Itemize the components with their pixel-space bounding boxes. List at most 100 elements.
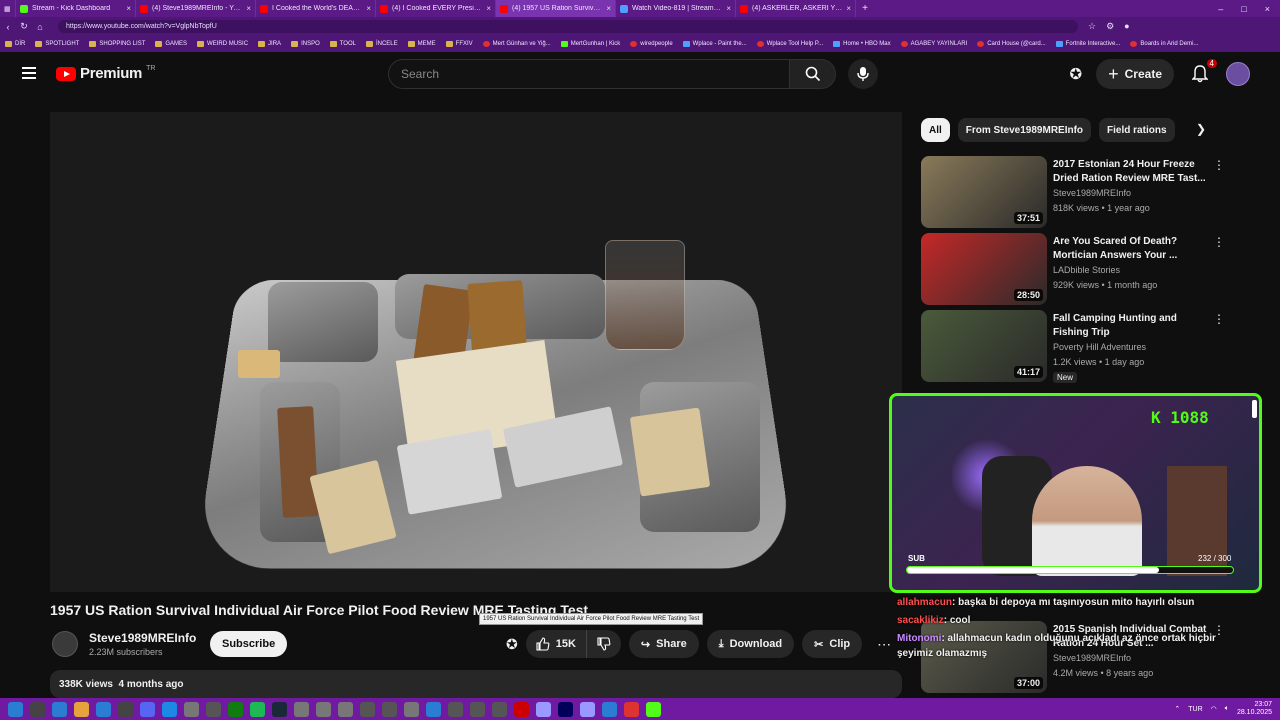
browser-tab[interactable]: Watch Video-819 | Streamable × [616,0,736,17]
kebab-menu-icon[interactable]: ⋮ [1213,312,1225,326]
taskbar-app-icon[interactable] [338,701,353,717]
recommended-channel[interactable]: Steve1989MREInfo [1053,653,1131,663]
taskbar-app-icon[interactable] [228,701,243,717]
close-icon[interactable]: × [366,4,371,13]
taskbar-app-icon[interactable] [118,701,133,717]
description-box[interactable]: 338K views 4 months ago [50,670,902,698]
video-thumbnail[interactable]: 28:50 [921,233,1047,305]
recommended-channel[interactable]: Steve1989MREInfo [1053,188,1131,198]
reload-icon[interactable]: ↻ [16,21,32,32]
bookmark-star-icon[interactable]: ☆ [1088,21,1096,32]
bookmark-item[interactable]: Home • HBO Max [828,41,895,47]
recommended-title[interactable]: Are You Scared Of Death? Mortician Answe… [1053,235,1208,263]
close-icon[interactable]: × [486,4,491,13]
bookmark-item[interactable]: Fortnite Interactive... [1051,41,1126,47]
bookmark-item[interactable]: Wplace - Paint the... [678,41,752,47]
kebab-menu-icon[interactable]: ⋮ [1213,235,1225,249]
video-player[interactable] [50,112,902,592]
taskbar-app-icon[interactable] [272,701,287,717]
taskbar-app-icon[interactable] [184,701,199,717]
filter-chip[interactable]: All [921,118,950,142]
language-indicator[interactable]: TUR [1188,706,1202,713]
channel-avatar[interactable] [52,631,78,657]
share-button[interactable]: ↪ Share [628,630,699,658]
like-button[interactable]: 15K [526,630,587,658]
recommended-video[interactable]: 37:51 2017 Estonian 24 Hour Freeze Dried … [921,156,1241,228]
taskbar-app-icon[interactable] [514,701,529,717]
browser-tab[interactable]: Stream - Kick Dashboard × [16,0,136,17]
taskbar-app-icon[interactable] [8,701,23,717]
bookmark-item[interactable]: MEME [403,41,441,47]
taskbar-app-icon[interactable] [382,701,397,717]
profile-icon[interactable]: ● [1124,21,1129,32]
taskbar-app-icon[interactable] [558,701,573,717]
bookmark-item[interactable]: GAMES [150,41,192,47]
bookmark-item[interactable]: Card House (@card... [972,41,1050,47]
taskbar-app-icon[interactable] [140,701,155,717]
url-field[interactable]: https://www.youtube.com/watch?v=VglpNbTo… [58,20,1078,33]
notifications-button[interactable]: 4 [1188,59,1217,86]
clock[interactable]: 23:07 28.10.2025 [1237,701,1272,717]
channel-name[interactable]: Steve1989MREInfo [89,631,196,645]
account-avatar[interactable] [1226,62,1250,86]
taskbar-app-icon[interactable] [74,701,89,717]
video-thumbnail[interactable]: 41:17 [921,310,1047,382]
search-button[interactable] [789,59,836,89]
taskbar-app-icon[interactable] [624,701,639,717]
youtube-logo[interactable]: Premium TR [56,65,155,82]
tray-chevron-icon[interactable]: ⌃ [1174,705,1180,713]
chat-username[interactable]: Mitonomi [897,633,941,644]
close-window-icon[interactable]: × [1265,4,1270,14]
filter-chip[interactable]: Field rations [1099,118,1175,142]
taskbar-app-icon[interactable] [96,701,111,717]
taskbar-app-icon[interactable] [360,701,375,717]
clip-button[interactable]: ✂ Clip [802,630,863,658]
filter-chip[interactable]: From Steve1989MREInfo [957,118,1092,142]
browser-tab[interactable]: (4) Steve1989MREInfo - YouTube × [136,0,256,17]
taskbar-app-icon[interactable] [206,701,221,717]
bookmark-item[interactable]: INSPO [286,41,325,47]
bookmark-item[interactable]: SHOPPING LIST [84,41,150,47]
bookmark-item[interactable]: Wplace Tool Help P... [752,41,828,47]
browser-tab[interactable]: I Cooked the World's DEADLIEST × [256,0,376,17]
dislike-button[interactable] [587,630,621,658]
subscribe-button[interactable]: Subscribe [210,631,288,657]
scrollbar-thumb[interactable] [1252,400,1257,418]
recommended-channel[interactable]: Poverty Hill Adventures [1053,342,1146,352]
home-icon[interactable]: ⌂ [32,22,48,32]
bookmark-item[interactable]: DİR [0,41,30,47]
taskbar-app-icon[interactable] [404,701,419,717]
recommended-channel[interactable]: LADbible Stories [1053,265,1120,275]
taskbar-app-icon[interactable] [470,701,485,717]
browser-tab[interactable]: (4) 1957 US Ration Survival I × [496,0,616,17]
bookmark-item[interactable]: TOOL [325,41,361,47]
minimize-icon[interactable]: – [1218,4,1223,14]
more-actions-icon[interactable]: ⋯ [870,630,898,658]
extensions-icon[interactable]: ⚙ [1106,21,1114,32]
chevron-right-icon[interactable]: ❯ [1196,122,1206,136]
chat-username[interactable]: sacaklikiz [897,615,944,626]
taskbar-app-icon[interactable] [646,701,661,717]
back-icon[interactable]: ‹ [0,22,16,32]
browser-menu-icon[interactable]: ▦ [0,0,16,17]
bookmark-item[interactable]: wiredpeople [625,41,677,47]
bookmark-item[interactable]: Boards in Arid Demi... [1125,41,1203,47]
close-icon[interactable]: × [726,4,731,13]
taskbar-app-icon[interactable] [536,701,551,717]
extension-icon[interactable]: ✪ [1070,65,1083,83]
recommended-video[interactable]: 28:50 Are You Scared Of Death? Mortician … [921,233,1241,305]
taskbar-app-icon[interactable] [30,701,45,717]
taskbar-app-icon[interactable] [426,701,441,717]
recommended-video[interactable]: 41:17 Fall Camping Hunting and Fishing Tr… [921,310,1241,383]
new-tab-icon[interactable]: + [856,3,874,14]
close-icon[interactable]: × [126,4,131,13]
bookmark-item[interactable]: MertGunhan | Kick [556,41,626,47]
recommended-title[interactable]: Fall Camping Hunting and Fishing Trip [1053,312,1208,340]
search-input[interactable] [389,60,789,88]
taskbar-app-icon[interactable] [602,701,617,717]
video-thumbnail[interactable]: 37:51 [921,156,1047,228]
chat-username[interactable]: allahmacun [897,597,952,608]
bookmark-item[interactable]: SPOTLIGHT [30,41,84,47]
wifi-icon[interactable]: ◠ [1211,705,1217,713]
bookmark-item[interactable]: İNCELE [361,41,403,47]
